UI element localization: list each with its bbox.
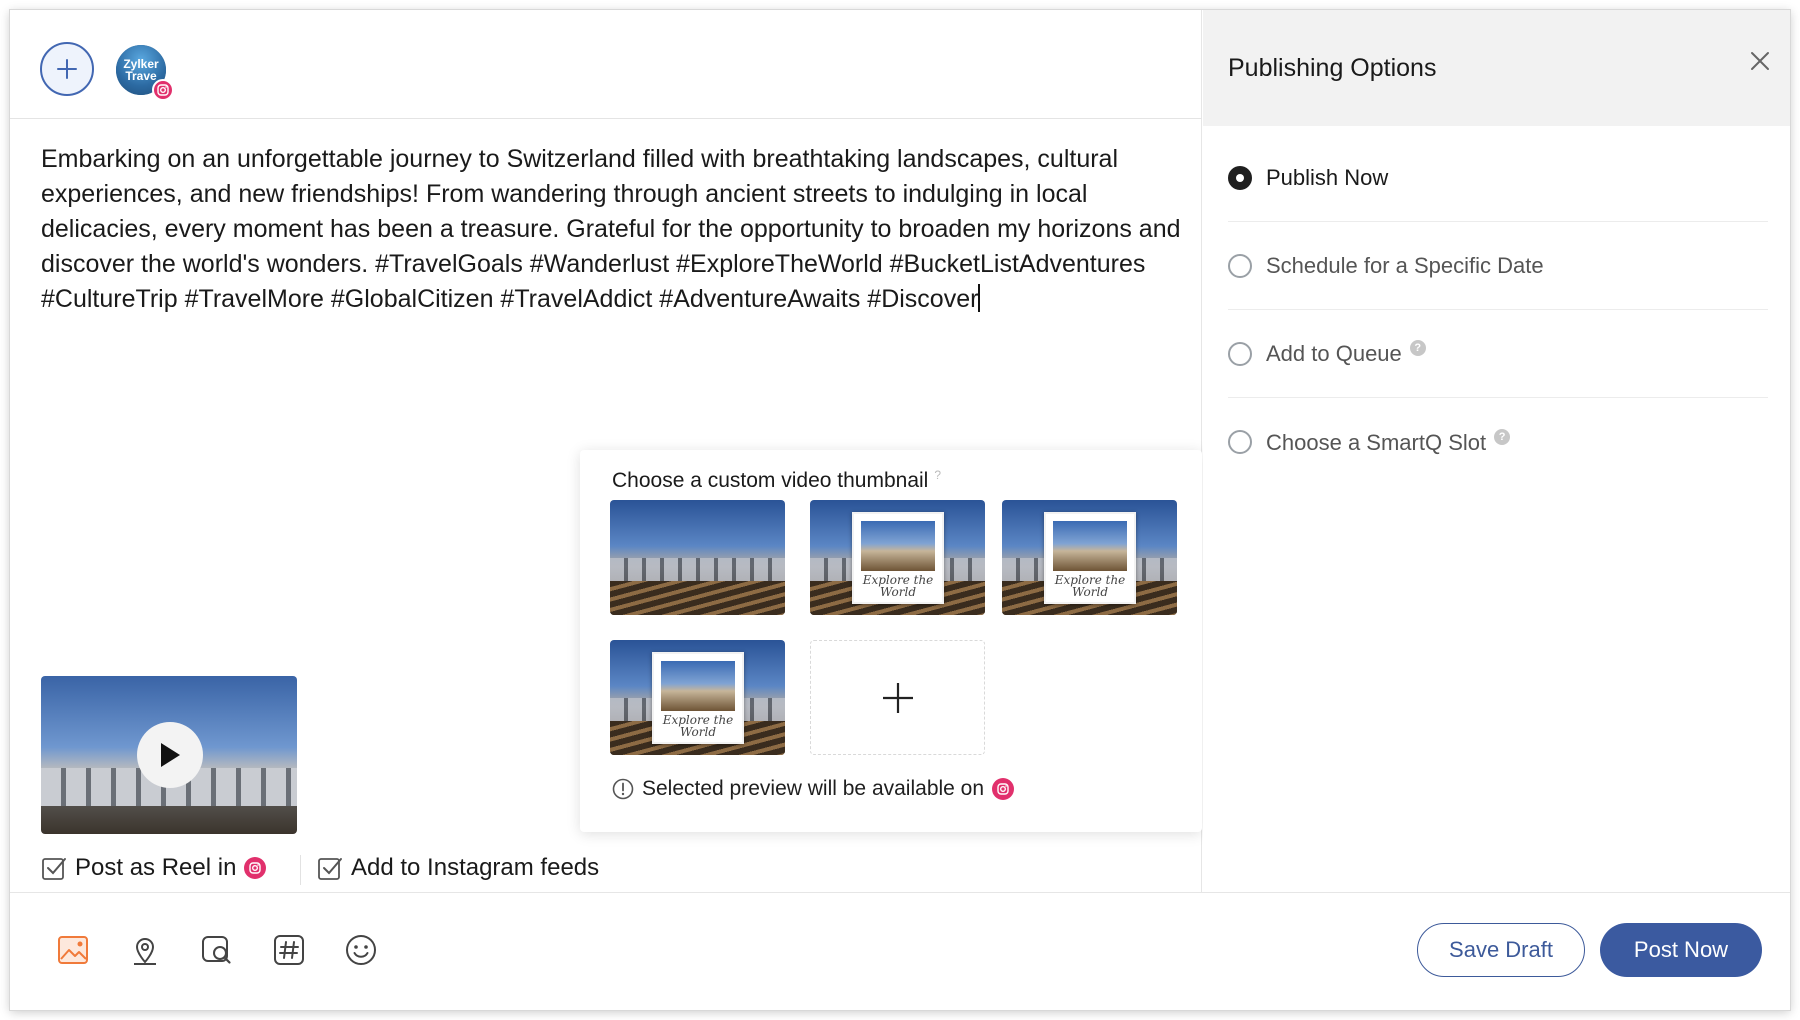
post-now-button[interactable]: Post Now: [1600, 923, 1762, 977]
add-to-feeds-label: Add to Instagram feeds: [351, 854, 600, 881]
thumbnail-option[interactable]: [610, 500, 785, 615]
thumbnail-tracks: [610, 580, 785, 615]
search-image-icon: [202, 936, 231, 964]
card-image: [1053, 521, 1127, 571]
instagram-icon: [152, 79, 174, 101]
thumbnail-photo-card: Explore the World: [1044, 512, 1136, 604]
radio-icon[interactable]: [1228, 341, 1252, 366]
card-caption-line2: World: [680, 725, 716, 739]
post-as-reel-checkbox[interactable]: Post as Reel in: [41, 854, 267, 882]
location-icon: [134, 938, 156, 965]
save-draft-button[interactable]: Save Draft: [1417, 923, 1585, 977]
option-label: Schedule for a Specific Date: [1266, 252, 1544, 278]
option-label: Publish Now: [1266, 164, 1389, 190]
post-text: Embarking on an unforgettable journey to…: [41, 145, 1181, 313]
info-icon: [612, 778, 634, 800]
add-account-button[interactable]: [40, 42, 94, 96]
plus-icon: [57, 59, 77, 79]
video-preview[interactable]: [41, 676, 297, 834]
card-image: [861, 521, 935, 571]
close-icon: [1751, 52, 1769, 70]
compose-window: Zylker Trave Embarking on an unforgettab…: [10, 10, 1790, 1010]
option-label: Choose a SmartQ Slot?: [1266, 428, 1511, 456]
hashtag-button[interactable]: [269, 930, 309, 970]
thumbnail-train: [610, 557, 785, 581]
publishing-options-panel: Publishing Options Publish Now Schedule …: [1203, 10, 1790, 892]
play-button[interactable]: [137, 722, 203, 788]
radio-icon[interactable]: [1228, 430, 1252, 454]
account-avatar[interactable]: Zylker Trave: [116, 45, 174, 101]
option-publish-now[interactable]: Publish Now: [1228, 134, 1768, 222]
checkbox-checked-icon: [42, 858, 66, 880]
instagram-icon: [992, 778, 1015, 800]
option-add-to-queue[interactable]: Add to Queue?: [1228, 310, 1768, 398]
card-image: [661, 661, 735, 711]
thumbnail-option[interactable]: Explore the World: [810, 500, 985, 615]
add-location-button[interactable]: [125, 930, 165, 970]
thumbnail-photo-card: Explore the World: [652, 652, 744, 744]
card-caption: Explore the World: [658, 714, 738, 738]
help-icon[interactable]: ?: [1409, 340, 1426, 356]
card-caption-line2: World: [880, 585, 916, 599]
publishing-options-header: Publishing Options: [1203, 10, 1790, 126]
publishing-options-title: Publishing Options: [1228, 54, 1437, 82]
thumbnail-chooser: Choose a custom video thumbnail? Explore…: [580, 450, 1202, 832]
checkbox-checked-icon: [318, 858, 342, 880]
play-icon: [161, 743, 180, 767]
avatar-text-line2: Trave: [125, 69, 157, 83]
thumbnail-note-text: Selected preview will be available on: [642, 777, 985, 800]
option-label-text: Add to Queue: [1266, 341, 1402, 366]
option-smartq-slot[interactable]: Choose a SmartQ Slot?: [1228, 398, 1768, 486]
emoji-button[interactable]: [341, 930, 381, 970]
post-as-reel-label: Post as Reel in: [75, 854, 237, 881]
radio-icon[interactable]: [1228, 253, 1252, 278]
composer-footer: Save Draft Post Now: [10, 892, 1790, 1010]
thumbnail-chooser-title-text: Choose a custom video thumbnail: [612, 469, 929, 492]
close-button[interactable]: [1745, 46, 1775, 76]
account-bar: Zylker Trave: [10, 10, 1202, 119]
add-media-button[interactable]: [53, 930, 93, 970]
thumbnail-option[interactable]: Explore the World: [610, 640, 785, 755]
thumbnail-option[interactable]: Explore the World: [1002, 500, 1177, 615]
instagram-icon: [244, 857, 267, 879]
plus-icon: [882, 682, 913, 713]
thumbnail-photo-card: Explore the World: [852, 512, 944, 604]
search-media-button[interactable]: [197, 930, 237, 970]
post-editor[interactable]: Embarking on an unforgettable journey to…: [41, 142, 1181, 317]
card-caption-line2: World: [1072, 585, 1108, 599]
help-icon[interactable]: ?: [934, 468, 941, 482]
add-to-feeds-checkbox[interactable]: Add to Instagram feeds: [317, 854, 599, 882]
help-icon[interactable]: ?: [1494, 428, 1511, 445]
card-caption: Explore the World: [1050, 574, 1130, 598]
thumbnail-chooser-title: Choose a custom video thumbnail?: [612, 468, 941, 493]
option-label: Add to Queue?: [1266, 340, 1426, 367]
thumbnail-note: Selected preview will be available on: [612, 777, 1015, 801]
upload-thumbnail-button[interactable]: [810, 640, 985, 755]
image-icon: [58, 936, 88, 964]
hashtag-icon: [274, 935, 304, 965]
text-caret: [978, 284, 981, 312]
emoji-icon: [346, 935, 376, 965]
radio-selected-icon[interactable]: [1228, 165, 1252, 190]
option-schedule[interactable]: Schedule for a Specific Date: [1228, 222, 1768, 310]
option-label-text: Choose a SmartQ Slot: [1266, 429, 1487, 455]
options-divider: [300, 855, 301, 885]
composer-pane: Zylker Trave Embarking on an unforgettab…: [10, 10, 1202, 892]
card-caption: Explore the World: [858, 574, 938, 598]
